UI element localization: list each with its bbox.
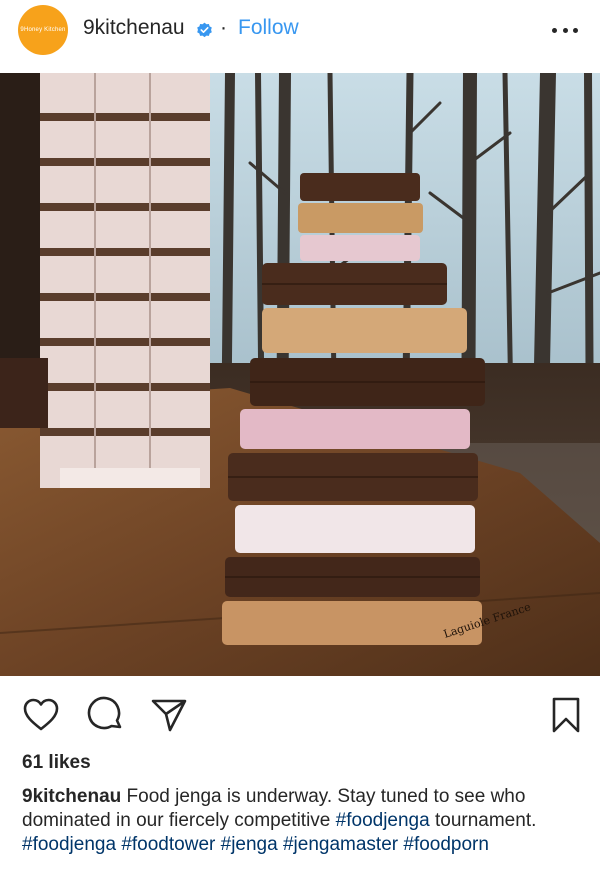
hashtag-link[interactable]: #foodjenga	[22, 834, 116, 855]
comment-icon[interactable]	[87, 696, 125, 734]
caption-text-2: tournament.	[434, 810, 537, 831]
post-caption: 9kitchenau Food jenga is underway. Stay …	[22, 785, 582, 857]
post-header: 9Honey Kitchen 9kitchenau · Follow	[0, 0, 600, 70]
hashtag-link[interactable]: #jengamaster	[283, 834, 398, 855]
hashtag-link[interactable]: #foodjenga	[336, 810, 430, 831]
heart-icon[interactable]	[22, 696, 60, 734]
avatar[interactable]: 9Honey Kitchen	[18, 5, 68, 55]
bookmark-icon[interactable]	[548, 696, 586, 734]
likes-count[interactable]: 61 likes	[22, 752, 91, 774]
post-photo[interactable]: Laguiole France	[0, 73, 600, 676]
hashtag-link[interactable]: #foodtower	[121, 834, 215, 855]
food-jenga-photo: Laguiole France	[0, 73, 600, 676]
post-username[interactable]: 9kitchenau	[83, 16, 185, 40]
hashtag-link[interactable]: #jenga	[221, 834, 278, 855]
follow-button[interactable]: Follow	[238, 16, 299, 40]
caption-username[interactable]: 9kitchenau	[22, 786, 121, 807]
action-bar	[0, 690, 600, 740]
more-options-icon[interactable]	[552, 20, 578, 40]
header-separator: ·	[220, 16, 227, 39]
hashtag-link[interactable]: #foodporn	[403, 834, 489, 855]
avatar-logo-text: 9Honey Kitchen	[20, 27, 66, 33]
share-icon[interactable]	[150, 696, 188, 734]
verified-badge-icon	[197, 22, 212, 38]
